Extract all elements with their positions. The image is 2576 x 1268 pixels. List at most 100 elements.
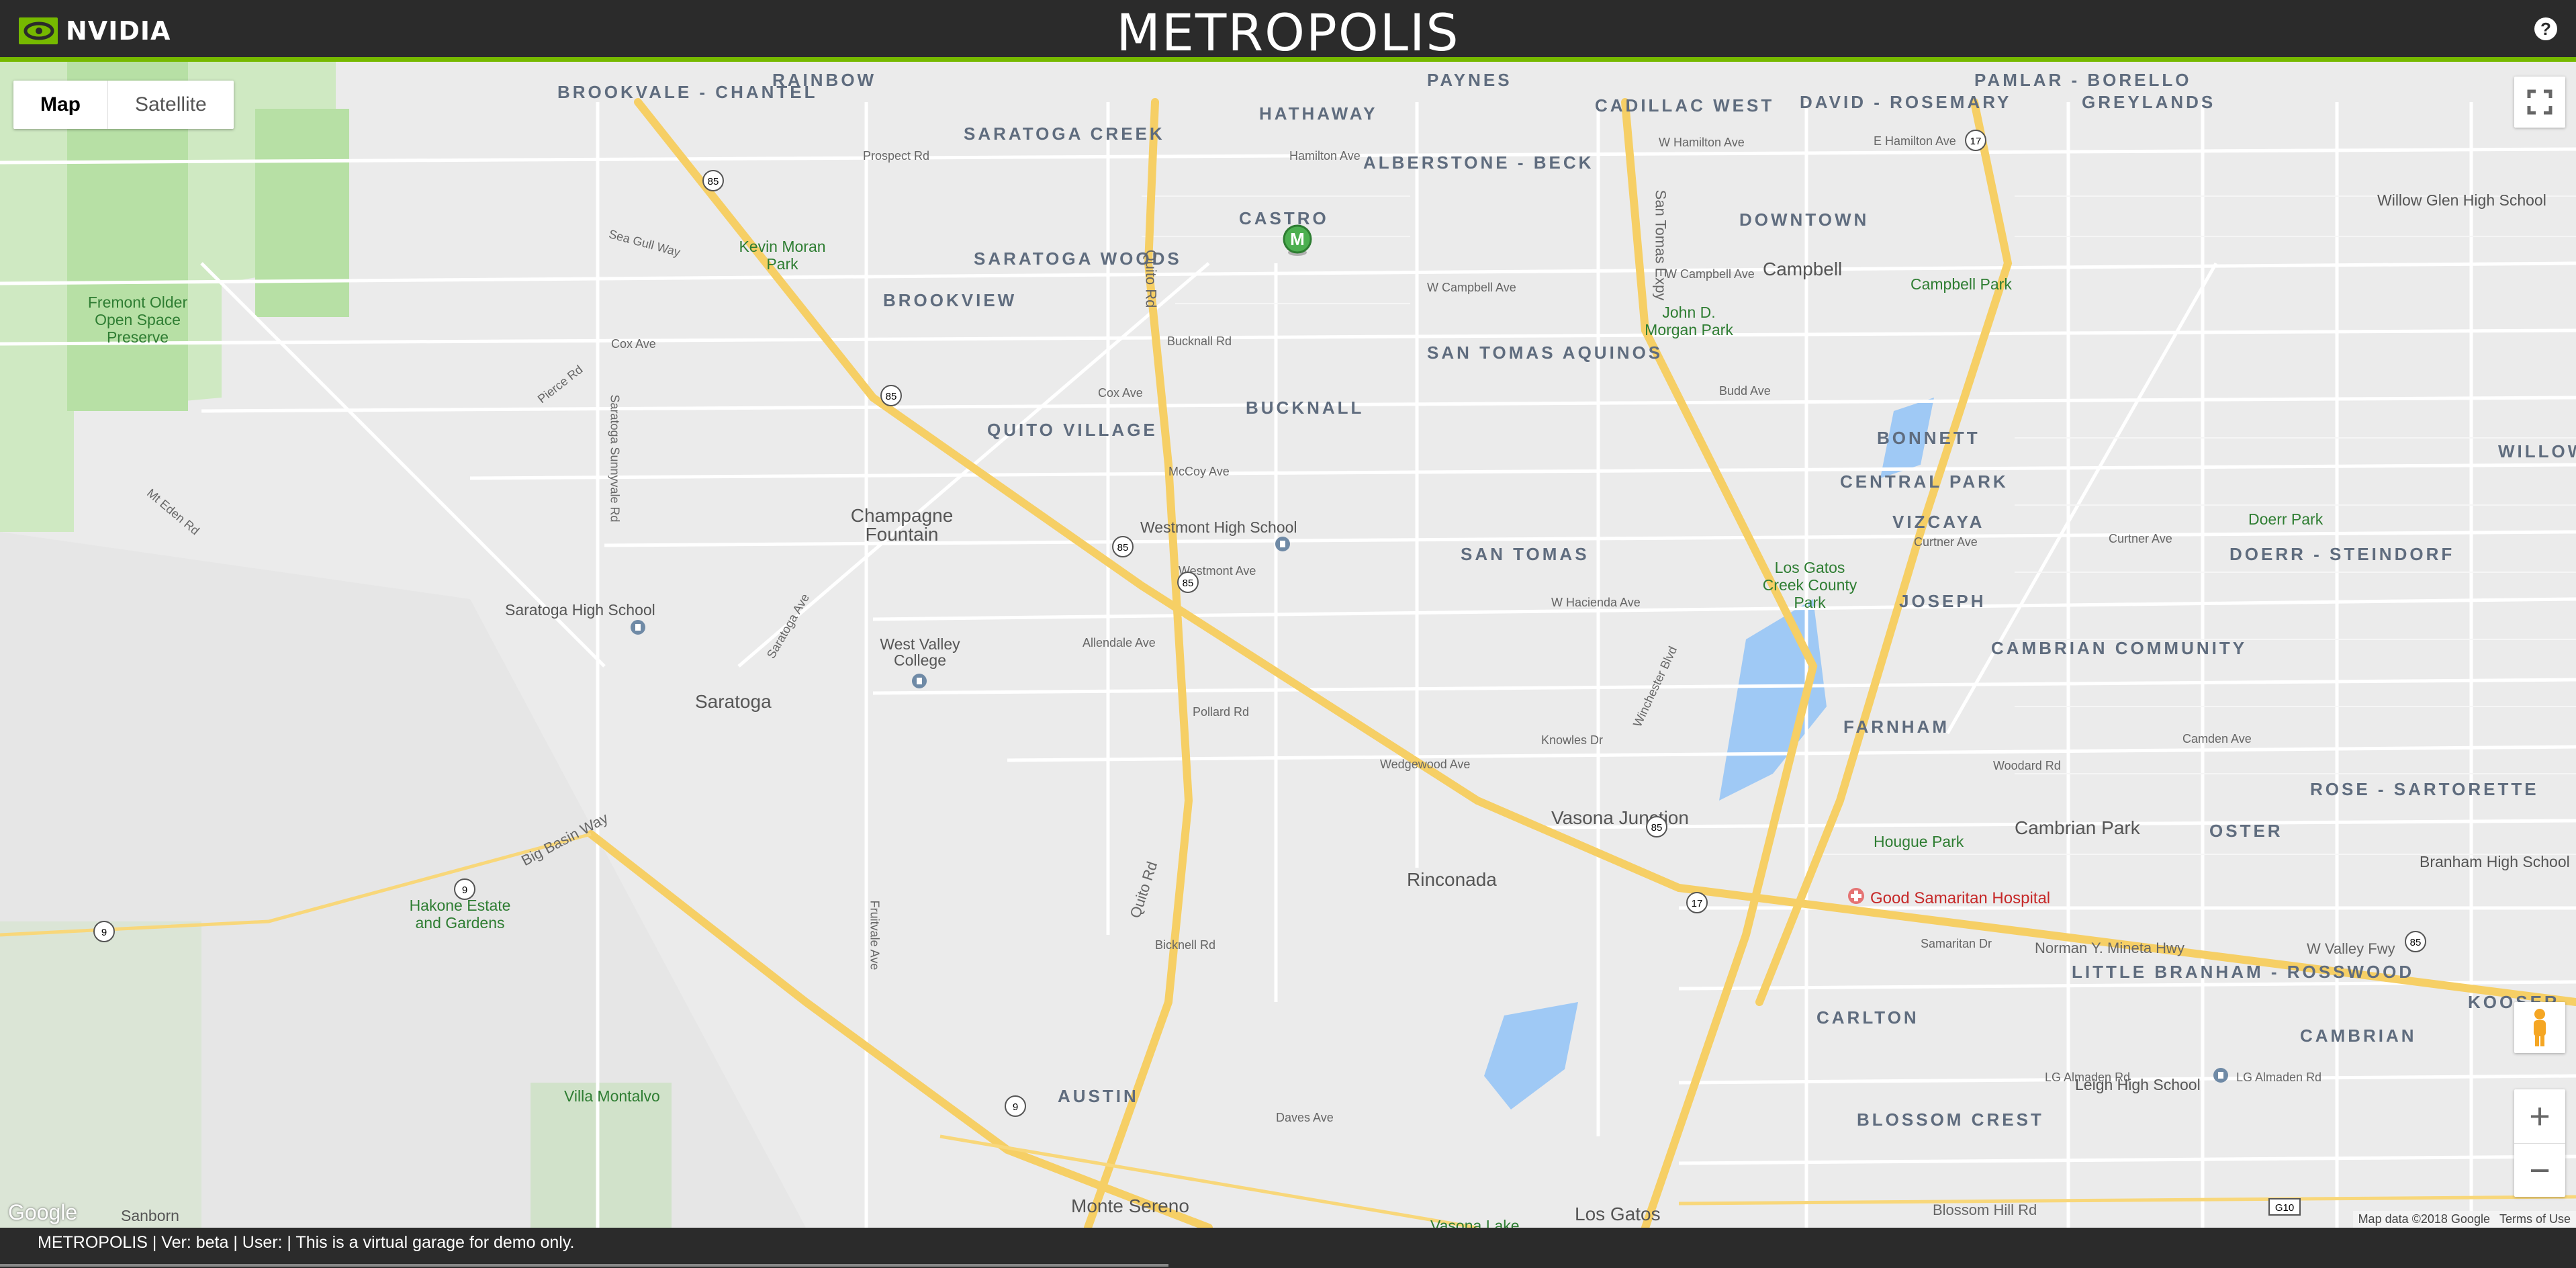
map-type-control: Map Satellite [13, 81, 234, 129]
footer-progress-line [0, 1264, 1168, 1267]
label-mccoy: McCoy Ave [1168, 465, 1230, 478]
label-allendale: Allendale Ave [1083, 636, 1156, 649]
label-hakone: Hakone Estate and Gardens [409, 897, 511, 932]
label-greylands: GREYLANDS [2082, 92, 2216, 112]
street-view-pegman-button[interactable] [2514, 1002, 2565, 1053]
label-lg-almaden-2: LG Almaden Rd [2236, 1071, 2322, 1084]
label-doerr-steindorf: DOERR - STEINDORF [2229, 544, 2455, 564]
label-w-campbell: W Campbell Ave [1427, 281, 1516, 294]
route-17-shield-icon: 17 [1965, 130, 1986, 151]
label-blossom-crest: BLOSSOM CREST [1857, 1110, 2044, 1130]
label-san-tomas-aquinos: SAN TOMAS AQUINOS [1427, 343, 1663, 363]
label-woodard: Woodard Rd [1993, 759, 2061, 772]
school-pin-icon[interactable] [2213, 1067, 2229, 1087]
label-monte-sereno: Monte Sereno [1071, 1195, 1189, 1216]
label-cambrian-community: CAMBRIAN COMMUNITY [1991, 638, 2248, 658]
label-bicknell: Bicknell Rd [1155, 938, 1216, 952]
label-vasona-lake: Vasona Lake [1430, 1217, 1520, 1228]
label-fremont-older: Fremont Older Open Space Preserve [87, 293, 188, 346]
label-vasona-junction: Vasona Junction [1551, 807, 1689, 828]
label-central-park: CENTRAL PARK [1840, 471, 2009, 492]
map-type-map-button[interactable]: Map [13, 81, 108, 129]
map-canvas[interactable]: BROOKVALE - CHANTEL RAINBOW SARATOGA CRE… [0, 62, 2576, 1228]
label-hamilton-ave: Hamilton Ave [1289, 149, 1361, 163]
map-attribution: Map data ©2018 Google Terms of Use [2352, 1211, 2576, 1228]
svg-text:85: 85 [708, 176, 719, 187]
route-85-shield-icon: 85 [1112, 536, 1134, 557]
label-bucknall: BUCKNALL [1246, 398, 1365, 418]
label-champagne-fountain: Champagne Fountain [850, 505, 954, 545]
svg-text:17: 17 [1692, 898, 1703, 909]
label-budd: Budd Ave [1719, 384, 1771, 398]
svg-text:9: 9 [462, 885, 467, 896]
footer-bar: METROPOLIS | Ver: beta | User: | This is… [0, 1228, 2576, 1268]
google-logo: Google [8, 1200, 78, 1224]
label-curtner-2: Curtner Ave [2109, 532, 2172, 545]
garage-marker[interactable]: M [1280, 223, 1315, 261]
svg-text:85: 85 [1651, 822, 1663, 833]
svg-text:17: 17 [1970, 136, 1982, 147]
label-pollard: Pollard Rd [1193, 705, 1250, 719]
label-rainbow: RAINBOW [772, 70, 877, 90]
route-17-shield-icon: 17 [1686, 892, 1708, 913]
map-data-credit: Map data ©2018 Google [2358, 1212, 2490, 1226]
label-curtner: Curtner Ave [1914, 535, 1978, 549]
label-david-rosemary: DAVID - ROSEMARY [1800, 92, 2012, 112]
svg-text:9: 9 [101, 927, 107, 938]
zoom-in-button[interactable]: + [2514, 1089, 2565, 1143]
label-carlton: CARLTON [1816, 1007, 1919, 1028]
label-mineta-hwy: Norman Y. Mineta Hwy [2035, 940, 2184, 956]
garage-marker-icon[interactable]: M [1280, 223, 1315, 258]
label-saratoga-creek: SARATOGA CREEK [964, 124, 1165, 144]
label-fruitvale: Fruitvale Ave [868, 900, 882, 970]
label-willow-south-lincoln: WILLOW SOUTH LINCOLN [2498, 441, 2576, 461]
label-saratoga: Saratoga [695, 691, 772, 712]
label-knowles: Knowles Dr [1541, 733, 1604, 747]
label-cox-ave: Cox Ave [611, 337, 656, 351]
map-type-satellite-button[interactable]: Satellite [108, 81, 234, 129]
svg-text:85: 85 [1117, 542, 1129, 553]
label-west-valley-college: West Valley College [880, 635, 960, 669]
svg-text:85: 85 [1183, 578, 1194, 589]
label-w-hacienda: W Hacienda Ave [1551, 596, 1641, 609]
terms-of-use-link[interactable]: Terms of Use [2499, 1212, 2571, 1226]
route-85-shield-icon: 85 [1177, 572, 1199, 593]
label-hougue-park: Hougue Park [1874, 833, 1964, 850]
svg-text:G10: G10 [2275, 1202, 2294, 1214]
school-pin-icon[interactable] [1275, 536, 1291, 556]
svg-text:M: M [1290, 229, 1305, 249]
label-e-hamilton: E Hamilton Ave [1874, 134, 1956, 148]
label-camden: Camden Ave [2182, 732, 2252, 745]
route-9-shield-icon: 9 [93, 921, 115, 942]
label-blossom-hill: Blossom Hill Rd [1933, 1202, 2037, 1218]
school-pin-icon[interactable] [911, 673, 927, 693]
label-sanborn: Sanborn [121, 1207, 179, 1224]
label-kevin-moran: Kevin Moran Park [739, 238, 826, 273]
label-vizcaya: VIZCAYA [1892, 512, 1985, 532]
label-pamlar-borello: PAMLAR - BORELLO [1974, 70, 2192, 90]
label-little-branham-rosswood: LITTLE BRANHAM - ROSSWOOD [2072, 962, 2415, 982]
zoom-control: + − [2514, 1089, 2565, 1197]
top-bar: NVIDIA METROPOLIS ? [0, 0, 2576, 62]
hospital-pin-icon[interactable] [1847, 887, 1866, 905]
svg-text:9: 9 [1013, 1101, 1018, 1113]
footer-status: METROPOLIS | Ver: beta | User: | This is… [38, 1233, 575, 1252]
zoom-out-button[interactable]: − [2514, 1144, 2565, 1197]
label-wedgewood: Wedgewood Ave [1380, 758, 1471, 771]
label-doerr-park: Doerr Park [2248, 510, 2324, 528]
label-willow-glen-hs: Willow Glen High School [2377, 191, 2546, 209]
route-85-shield-icon: 85 [880, 385, 902, 406]
fullscreen-button[interactable] [2514, 77, 2565, 128]
help-button[interactable]: ? [2534, 17, 2557, 40]
label-quito-village: QUITO VILLAGE [987, 420, 1158, 440]
label-oster: OSTER [2209, 821, 2283, 841]
school-pin-icon[interactable] [630, 619, 646, 639]
label-paynes: PAYNES [1427, 70, 1512, 90]
label-los-gatos-creek: Los Gatos Creek County Park [1762, 559, 1857, 611]
label-villa-montalvo: Villa Montalvo [564, 1087, 660, 1105]
label-campbell: Campbell [1763, 259, 1843, 279]
fullscreen-icon [2527, 89, 2552, 115]
label-rinconada: Rinconada [1407, 869, 1497, 890]
label-austin: AUSTIN [1058, 1086, 1139, 1106]
label-saratoga-sunnyvale: Saratoga Sunnyvale Rd [608, 394, 622, 523]
